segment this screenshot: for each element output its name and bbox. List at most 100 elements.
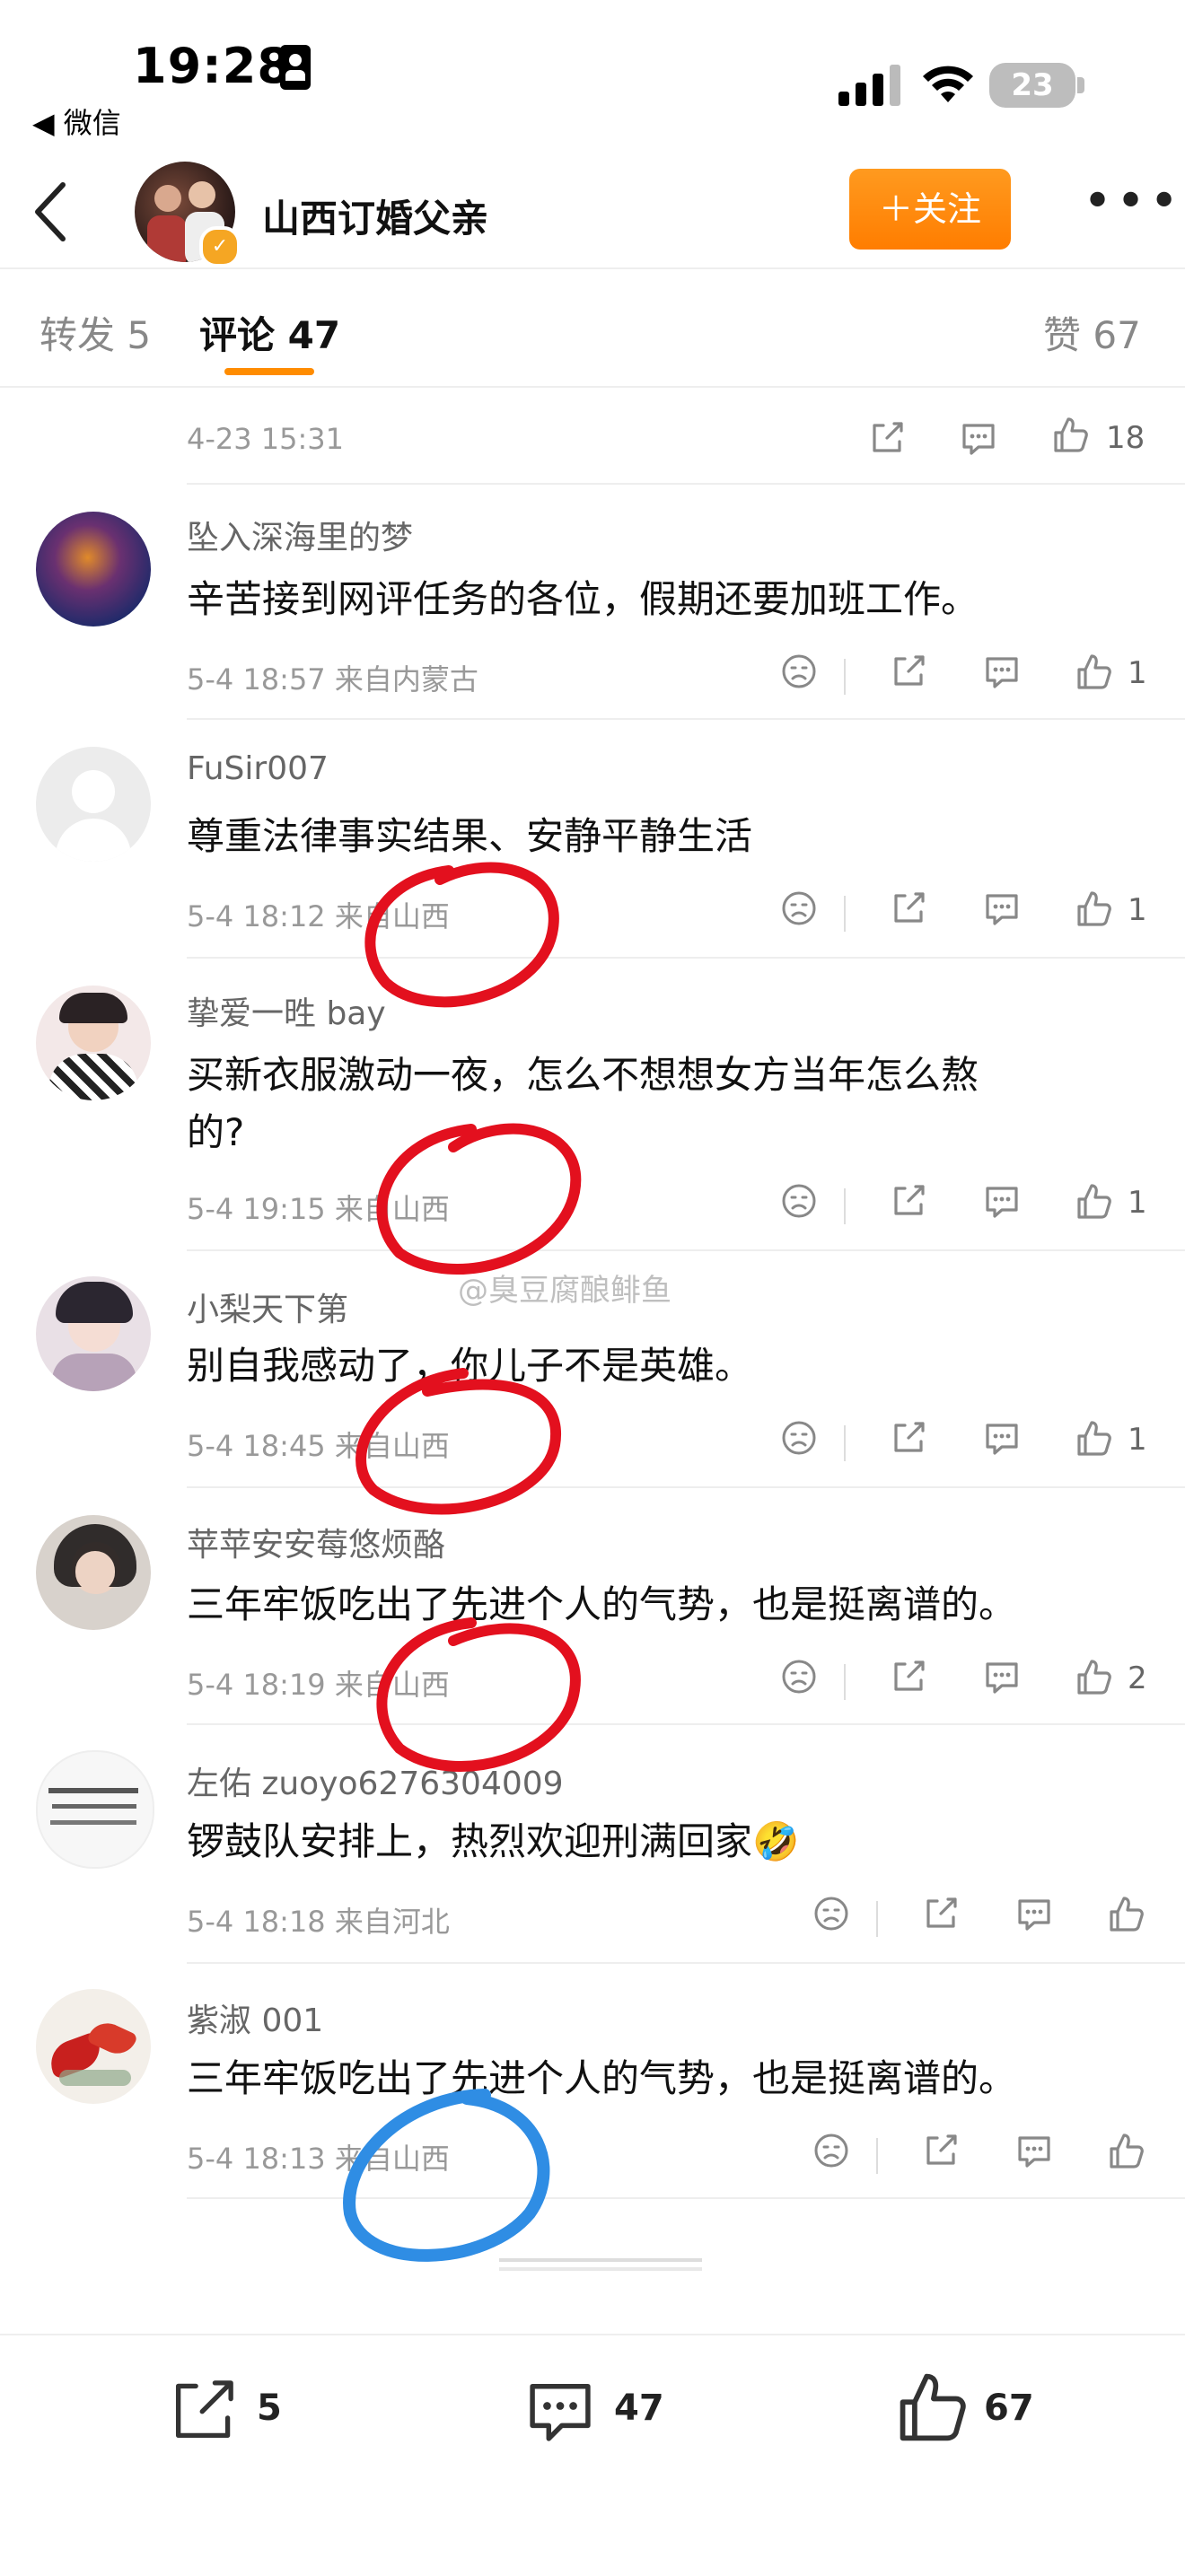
row-divider xyxy=(187,718,1185,720)
row-divider xyxy=(187,1723,1185,1725)
row-divider xyxy=(187,1249,1185,1251)
tab-reposts[interactable]: 转发 5 xyxy=(40,305,151,360)
verified-badge-icon: ✓ xyxy=(199,226,241,267)
avatar[interactable] xyxy=(36,1989,151,2104)
comment-count: 47 xyxy=(614,2388,664,2429)
dislike-emoji-icon[interactable] xyxy=(779,889,819,928)
tabs-divider xyxy=(0,386,1185,388)
comment-text-line1: 买新衣服激动一夜，怎么不想想女方当年怎么熬 xyxy=(187,1053,979,1097)
avatar[interactable] xyxy=(36,986,151,1100)
repost-count: 5 xyxy=(257,2388,282,2429)
comment-icon[interactable] xyxy=(1014,2131,1054,2170)
like-icon[interactable] xyxy=(1106,2131,1146,2170)
row-divider xyxy=(187,483,1185,485)
red-circle-mark xyxy=(376,1617,581,1772)
like-icon[interactable] xyxy=(1074,1181,1113,1221)
red-circle-mark xyxy=(356,1368,562,1515)
battery-level: 23 xyxy=(989,63,1075,108)
dislike-emoji-icon[interactable] xyxy=(812,1894,851,1933)
like-icon[interactable] xyxy=(1074,652,1113,691)
comment-meta: 5-4 18:57 来自内蒙古 xyxy=(187,662,478,697)
signal-icon xyxy=(838,65,900,106)
like-count: 18 xyxy=(1106,420,1146,456)
comment-text: 三年牢饭吃出了先进个人的气势，也是挺离谱的。 xyxy=(187,1582,1017,1626)
row-divider xyxy=(187,957,1185,959)
like-count-total: 67 xyxy=(984,2388,1034,2429)
row-divider xyxy=(187,1962,1185,1964)
comment-icon[interactable] xyxy=(982,1418,1022,1458)
comment-text: 辛苦接到网评任务的各位，假期还要加班工作。 xyxy=(187,577,979,621)
share-icon[interactable] xyxy=(889,889,928,928)
share-icon[interactable] xyxy=(921,1894,961,1933)
comment-text: 锣鼓队安排上，热烈欢迎刑满回家🤣 xyxy=(187,1819,800,1863)
like-count: 1 xyxy=(1128,1185,1147,1221)
like-icon[interactable] xyxy=(1074,889,1113,928)
dislike-emoji-icon[interactable] xyxy=(779,1181,819,1221)
battery-tip xyxy=(1077,77,1084,93)
tab-comments[interactable]: 评论 47 xyxy=(199,305,340,360)
repost-icon[interactable] xyxy=(169,2375,239,2445)
avatar[interactable] xyxy=(36,1515,151,1630)
comment-icon[interactable] xyxy=(982,889,1022,928)
id-card-icon xyxy=(280,45,311,90)
comment-icon[interactable] xyxy=(982,652,1022,691)
share-icon[interactable] xyxy=(867,418,907,458)
share-icon[interactable] xyxy=(889,652,928,691)
comment-icon[interactable] xyxy=(982,1181,1022,1221)
like-count: 1 xyxy=(1128,892,1147,928)
back-to-wechat[interactable]: ◀ 微信 xyxy=(32,101,121,142)
action-separator xyxy=(876,2138,878,2174)
header-divider xyxy=(0,267,1185,269)
action-separator xyxy=(844,1425,846,1461)
like-icon[interactable] xyxy=(1074,1418,1113,1458)
action-separator xyxy=(844,659,846,695)
avatar[interactable] xyxy=(36,1750,154,1869)
action-separator xyxy=(876,1901,878,1937)
dislike-emoji-icon[interactable] xyxy=(779,1657,819,1696)
page-title: 山西订婚父亲 xyxy=(262,197,489,241)
dislike-emoji-icon[interactable] xyxy=(779,1418,819,1458)
avatar[interactable] xyxy=(36,512,151,626)
bottom-action-bar xyxy=(0,2334,1185,2576)
dislike-emoji-icon[interactable] xyxy=(779,652,819,691)
back-arrow-icon[interactable] xyxy=(25,176,79,248)
action-separator xyxy=(844,1188,846,1224)
red-circle-mark xyxy=(376,1123,582,1275)
more-options-icon[interactable]: ••• xyxy=(1083,177,1179,227)
avatar[interactable] xyxy=(36,1276,151,1391)
like-count: 1 xyxy=(1128,655,1147,691)
comment-username[interactable]: 坠入深海里的梦 xyxy=(187,512,413,558)
like-count: 1 xyxy=(1128,1422,1147,1458)
comment-meta: 5-4 18:18 来自河北 xyxy=(187,1905,450,1939)
comment-username[interactable]: FuSir007 xyxy=(187,750,329,787)
follow-button[interactable]: ＋关注 xyxy=(849,169,1011,250)
comment-text-line2: 的? xyxy=(187,1110,245,1154)
comment-username[interactable]: 小梨天下第 xyxy=(187,1284,348,1330)
tab-active-indicator xyxy=(224,368,314,375)
comment-icon[interactable] xyxy=(959,418,998,458)
red-circle-mark xyxy=(364,862,559,1008)
wifi-icon xyxy=(923,66,973,102)
action-separator xyxy=(844,896,846,932)
thumbs-up-icon[interactable] xyxy=(894,2370,970,2445)
comment-time: 4-23 15:31 xyxy=(187,422,345,456)
comment-username[interactable]: 紫淑 001 xyxy=(187,1994,323,2041)
comment-icon[interactable] xyxy=(982,1657,1022,1696)
status-time: 19:28 xyxy=(133,38,292,94)
tab-likes[interactable]: 赞 67 xyxy=(1043,305,1141,360)
like-icon[interactable] xyxy=(1050,415,1090,454)
comment-bubble-icon[interactable] xyxy=(524,2375,596,2447)
like-count: 2 xyxy=(1128,1660,1147,1696)
like-icon[interactable] xyxy=(1106,1894,1146,1933)
comment-text: 三年牢饭吃出了先进个人的气势，也是挺离谱的。 xyxy=(187,2056,1017,2100)
share-icon[interactable] xyxy=(889,1418,928,1458)
dislike-emoji-icon[interactable] xyxy=(812,2131,851,2170)
share-icon[interactable] xyxy=(889,1657,928,1696)
blue-circle-mark xyxy=(343,2089,550,2262)
comment-icon[interactable] xyxy=(1014,1894,1054,1933)
action-separator xyxy=(844,1664,846,1700)
share-icon[interactable] xyxy=(889,1181,928,1221)
avatar[interactable] xyxy=(36,747,151,862)
like-icon[interactable] xyxy=(1074,1657,1113,1696)
share-icon[interactable] xyxy=(921,2131,961,2170)
